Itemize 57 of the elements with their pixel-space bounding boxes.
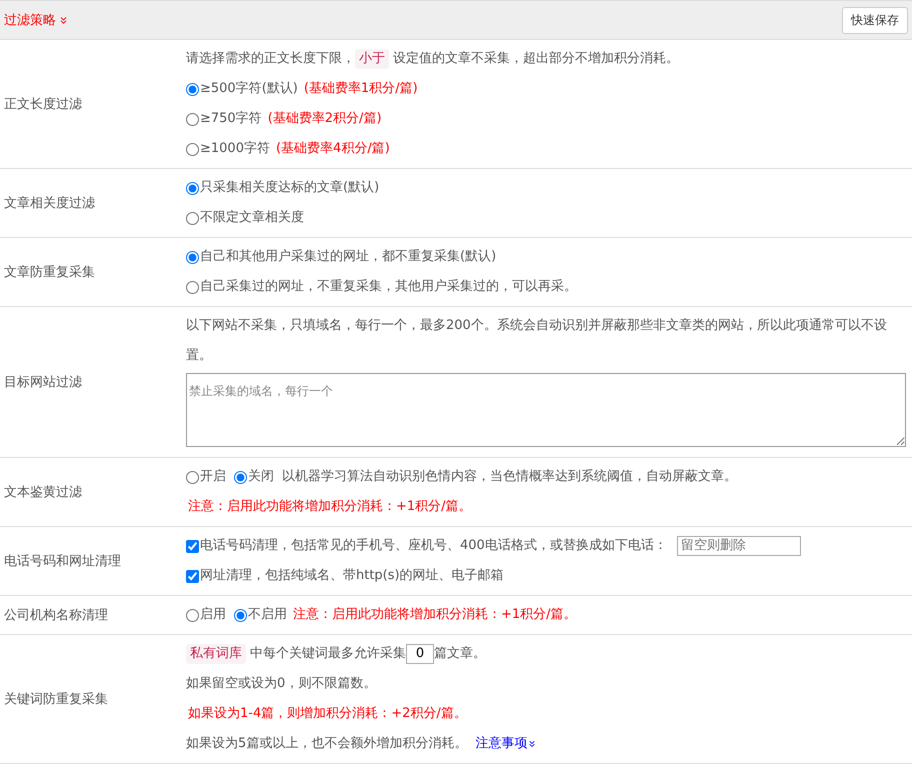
warning-text: (基础费率1积分/篇) — [304, 80, 418, 98]
option-label[interactable]: 自己采集过的网址，不重复采集，其他用户采集过的，可以再采。 — [200, 272, 577, 302]
option-label[interactable]: 开启 — [200, 462, 226, 492]
save-button[interactable]: 快速保存 — [842, 6, 908, 34]
radio-button[interactable] — [234, 470, 247, 484]
radio-button[interactable] — [186, 142, 199, 156]
count-input-field[interactable]: 0 — [406, 644, 434, 664]
notes-link[interactable]: 注意事项 — [475, 729, 538, 759]
option-label[interactable]: 关闭 — [248, 462, 274, 492]
option-label[interactable]: 不启用 — [248, 600, 287, 630]
radio-button[interactable] — [186, 608, 199, 622]
setting-label: 电话号码和网址清理 — [4, 553, 121, 570]
option-label[interactable]: 不限定文章相关度 — [200, 203, 304, 233]
option-label[interactable]: ≥500字符(默认) — [200, 74, 298, 104]
option-label[interactable]: 网址清理，包括纯域名、带http(s)的网址、电子邮箱 — [200, 561, 504, 591]
chevrons-down-icon — [58, 14, 69, 26]
description-text: 篇文章。 — [434, 645, 486, 663]
warning-text: (基础费率4积分/篇) — [276, 140, 390, 158]
description-text: 如果留空或设为0，则不限篇数。 — [186, 675, 376, 693]
option-label[interactable]: 只采集相关度达标的文章(默认) — [200, 173, 380, 203]
setting-label: 正文长度过滤 — [4, 96, 82, 113]
highlight-tag: 私有词库 — [186, 644, 246, 664]
radio-button[interactable] — [186, 112, 199, 126]
radio-button[interactable] — [186, 250, 199, 264]
radio-button[interactable] — [234, 608, 247, 622]
warning-text: (基础费率2积分/篇) — [268, 110, 382, 128]
warning-text: 注意：启用此功能将增加积分消耗：+1积分/篇。 — [293, 606, 577, 624]
radio-button[interactable] — [186, 212, 199, 224]
setting-label: 文章相关度过滤 — [4, 195, 95, 212]
checkbox[interactable] — [186, 570, 199, 582]
option-label[interactable]: 自己和其他用户采集过的网址，都不重复采集(默认) — [200, 242, 496, 272]
description-text: 如果设为5篇或以上，也不会额外增加积分消耗。 — [186, 735, 468, 753]
setting-label: 公司机构名称清理 — [4, 607, 108, 624]
warning-text: 注意：启用此功能将增加积分消耗：+1积分/篇。 — [188, 498, 472, 516]
chevrons-down-icon — [527, 739, 538, 749]
description-text: 中每个关键词最多允许采集 — [250, 645, 406, 663]
description-text: 请选择需求的正文长度下限， — [186, 50, 355, 68]
radio-button[interactable] — [186, 182, 199, 194]
option-label[interactable]: ≥750字符 — [200, 104, 262, 134]
setting-label: 文章防重复采集 — [4, 264, 95, 281]
option-label[interactable]: 启用 — [200, 600, 226, 630]
option-label[interactable]: ≥1000字符 — [200, 134, 270, 164]
radio-button[interactable] — [186, 280, 199, 294]
checkbox[interactable] — [186, 540, 199, 552]
description-text: 以下网站不采集，只填域名，每行一个，最多200个。系统会自动识别并屏蔽那些非文章类的网站，所以此项通常可以不设置。 — [186, 317, 888, 365]
warning-text: 如果设为1-4篇，则增加积分消耗：+2积分/篇。 — [188, 705, 467, 723]
description-text: 以机器学习算法自动识别色情内容，当色情概率达到系统阈值，自动屏蔽文章。 — [282, 468, 737, 486]
setting-label: 文本鉴黄过滤 — [4, 484, 82, 501]
description-text: 设定值的文章不采集，超出部分不增加积分消耗。 — [393, 50, 679, 68]
highlight-tag: 小于 — [355, 49, 389, 69]
option-label[interactable]: 电话号码清理，包括常见的手机号、座机号、400电话格式，或替换成如下电话： — [200, 531, 667, 561]
domain-textarea[interactable]: 禁止采集的域名，每行一个 — [186, 373, 906, 447]
radio-button[interactable] — [186, 82, 199, 96]
radio-button[interactable] — [186, 470, 199, 484]
phone-input-field[interactable]: 留空则删除 — [676, 536, 801, 556]
setting-label: 关键词防重复采集 — [4, 691, 108, 708]
setting-label: 目标网站过滤 — [4, 374, 82, 391]
